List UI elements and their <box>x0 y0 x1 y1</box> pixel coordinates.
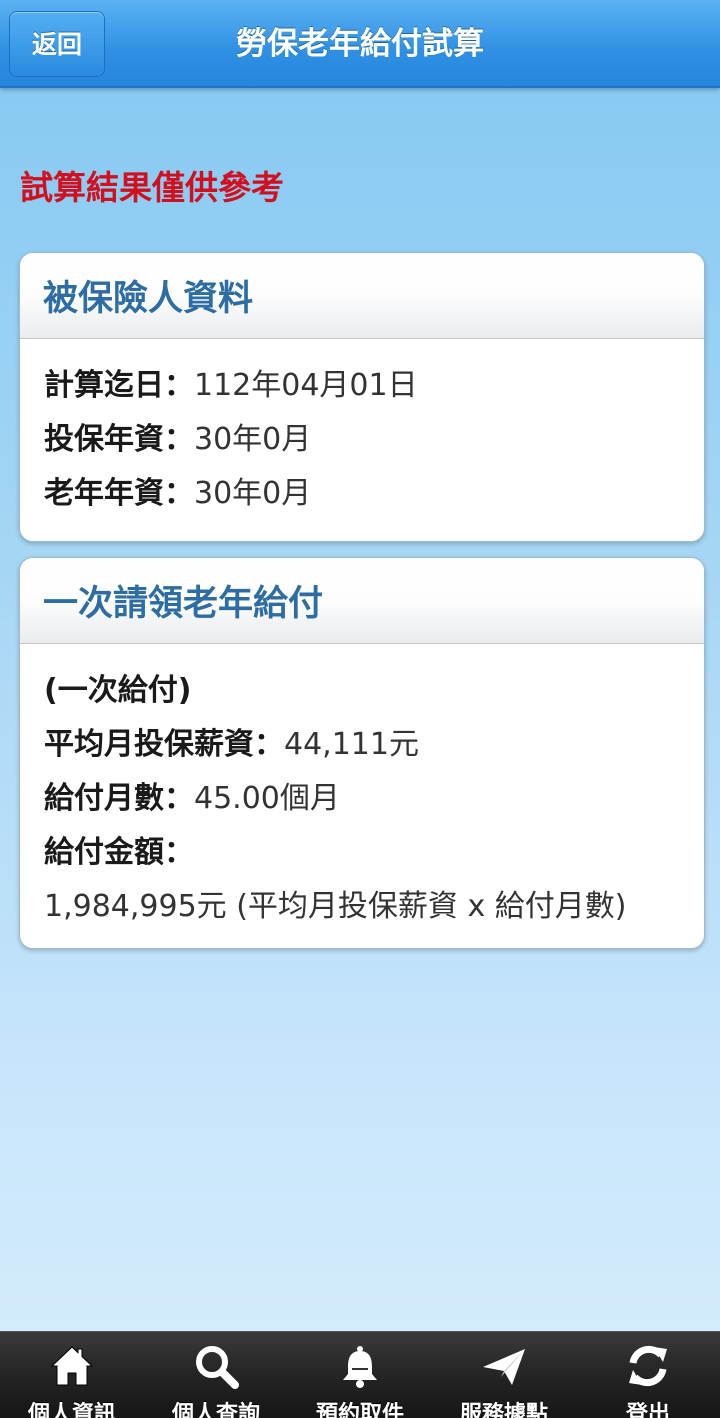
search-icon <box>196 1346 239 1389</box>
old-age-years-row: 老年年資：30年0月 <box>44 467 704 521</box>
insured-info-title: 被保險人資料 <box>20 253 704 339</box>
tab-personal-info[interactable]: 個人資訊 <box>0 1332 144 1418</box>
insured-years-row: 投保年資：30年0月 <box>44 413 704 467</box>
back-button[interactable]: 返回 <box>9 11 105 77</box>
benefit-amount-label: 給付金額： <box>44 835 194 870</box>
home-icon <box>50 1346 94 1386</box>
insured-years-label: 投保年資： <box>44 422 194 457</box>
calc-date-label: 計算迄日： <box>44 368 194 403</box>
tab-personal-query-label: 個人查詢 <box>171 1402 260 1418</box>
lump-sum-subtitle-text: (一次給付) <box>44 673 192 708</box>
avg-salary-value: 44,111元 <box>284 727 419 762</box>
tab-logout[interactable]: 登出 <box>576 1332 720 1418</box>
lump-sum-title: 一次請領老年給付 <box>20 558 704 644</box>
insured-info-body: 計算迄日：112年04月01日 投保年資：30年0月 老年年資：30年0月 <box>20 339 704 521</box>
tab-appointment[interactable]: 預約取件 <box>288 1332 432 1418</box>
tab-personal-query[interactable]: 個人查詢 <box>144 1332 288 1418</box>
tab-service-locations[interactable]: 服務據點 <box>432 1332 576 1418</box>
refresh-icon <box>629 1345 667 1387</box>
benefit-amount-value: 1,984,995元 (平均月投保薪資 x 給付月數) <box>44 889 627 924</box>
paper-plane-icon <box>483 1349 525 1385</box>
tab-appointment-label: 預約取件 <box>315 1402 404 1418</box>
benefit-amount-label-row: 給付金額： <box>44 826 704 880</box>
lump-sum-card: 一次請領老年給付 (一次給付) 平均月投保薪資：44,111元 給付月數：45.… <box>19 557 705 949</box>
bottom-tab-bar: 個人資訊 個人查詢 預約取件 服務據點 登出 <box>0 1331 720 1418</box>
old-age-years-label: 老年年資： <box>44 476 194 511</box>
bell-icon <box>343 1346 377 1388</box>
tab-logout-label: 登出 <box>625 1402 670 1418</box>
calc-date-row: 計算迄日：112年04月01日 <box>44 359 704 413</box>
app-header: 返回 勞保老年給付試算 <box>0 0 720 88</box>
tab-service-locations-label: 服務據點 <box>459 1402 548 1418</box>
avg-salary-row: 平均月投保薪資：44,111元 <box>44 718 704 772</box>
tab-personal-info-label: 個人資訊 <box>27 1402 116 1418</box>
insured-info-card: 被保險人資料 計算迄日：112年04月01日 投保年資：30年0月 老年年資：3… <box>19 252 705 542</box>
old-age-years-value: 30年0月 <box>194 476 312 511</box>
avg-salary-label: 平均月投保薪資： <box>44 727 284 762</box>
lump-sum-body: (一次給付) 平均月投保薪資：44,111元 給付月數：45.00個月 給付金額… <box>20 644 704 934</box>
reference-notice: 試算結果僅供參考 <box>20 168 284 207</box>
benefit-months-label: 給付月數： <box>44 781 194 816</box>
page-title: 勞保老年給付試算 <box>236 26 484 62</box>
benefit-amount-value-row: 1,984,995元 (平均月投保薪資 x 給付月數) <box>44 880 704 934</box>
insured-years-value: 30年0月 <box>194 422 312 457</box>
lump-sum-subtitle: (一次給付) <box>44 664 704 718</box>
benefit-months-row: 給付月數：45.00個月 <box>44 772 704 826</box>
benefit-months-value: 45.00個月 <box>194 781 340 816</box>
calc-date-value: 112年04月01日 <box>194 368 418 403</box>
